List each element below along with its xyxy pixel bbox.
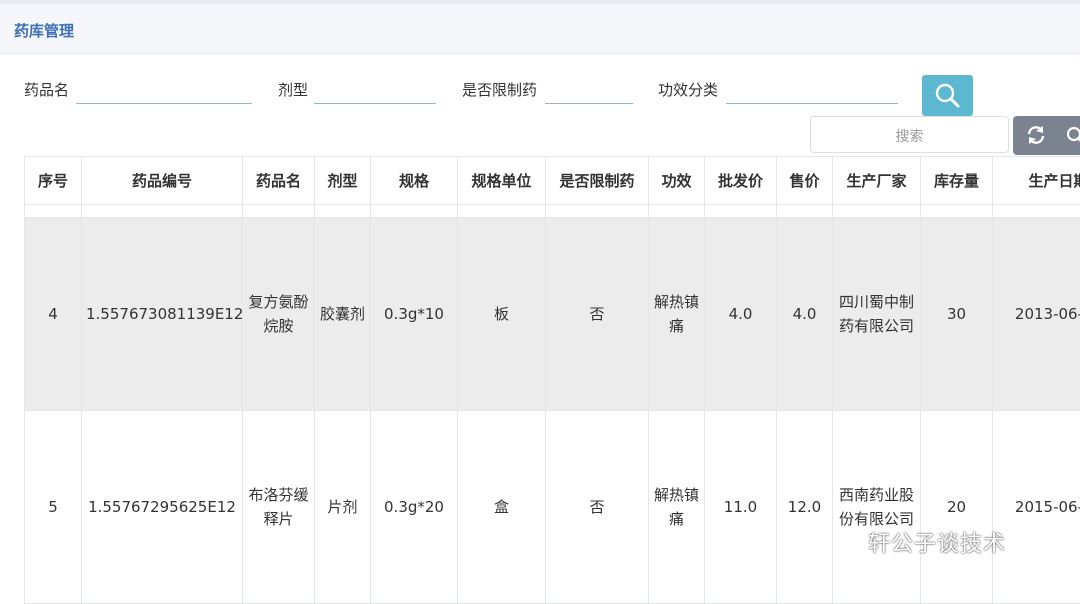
filter-label-drug-name: 药品名 [24, 79, 69, 100]
table-cell: 4 [25, 218, 82, 411]
drug-name-input[interactable] [76, 103, 252, 104]
table-row-partial [25, 205, 1080, 218]
table-cell: 5 [25, 411, 82, 604]
refresh-icon[interactable] [1025, 125, 1047, 145]
watermark-text: 轩公子谈技术 [868, 532, 1006, 557]
table-cell: 0.3g*20 [371, 411, 458, 604]
table-cell: 2015-06-13 [993, 411, 1080, 604]
col-header[interactable]: 药品名 [243, 157, 315, 205]
col-header[interactable]: 批发价 [705, 157, 777, 205]
table-cell: 30 [921, 218, 993, 411]
table-cell: 复方氨酚烷胺 [243, 218, 315, 411]
table-header-row: 序号 药品编号 药品名 剂型 规格 规格单位 是否限制药 功效 批发价 售价 生… [25, 157, 1080, 205]
restricted-input[interactable] [545, 103, 633, 104]
table-search-input[interactable]: 搜索 [810, 116, 1009, 153]
watermark: 轩公子谈技术 [838, 526, 1006, 558]
filter-label-restricted: 是否限制药 [462, 79, 537, 100]
table-cell: 1.55767295625E12 [82, 411, 243, 604]
table-cell: 胶囊剂 [315, 218, 371, 411]
search-button[interactable] [922, 75, 973, 116]
col-header[interactable]: 药品编号 [82, 157, 243, 205]
table-row[interactable]: 4 1.557673081139E12 复方氨酚烷胺 胶囊剂 0.3g*10 板… [25, 218, 1080, 411]
table-cell: 2013-06-13 [993, 218, 1080, 411]
search-icon[interactable] [1065, 125, 1080, 147]
col-header[interactable]: 生产日期 [993, 157, 1080, 205]
table-cell: 盒 [458, 411, 546, 604]
table-cell: 板 [458, 218, 546, 411]
table-cell: 否 [546, 218, 649, 411]
table-cell: 4.0 [777, 218, 833, 411]
col-header[interactable]: 库存量 [921, 157, 993, 205]
col-header[interactable]: 序号 [25, 157, 82, 205]
table-toolbar [1013, 116, 1080, 155]
col-header[interactable]: 剂型 [315, 157, 371, 205]
table-cell: 0.3g*10 [371, 218, 458, 411]
table-row[interactable]: 5 1.55767295625E12 布洛芬缓释片 片剂 0.3g*20 盒 否… [25, 411, 1080, 604]
efficacy-input[interactable] [726, 103, 898, 104]
filter-label-dosage-form: 剂型 [278, 79, 308, 100]
col-header[interactable]: 是否限制药 [546, 157, 649, 205]
col-header[interactable]: 生产厂家 [833, 157, 921, 205]
table-cell: 4.0 [705, 218, 777, 411]
search-icon [934, 82, 961, 109]
table-cell: 12.0 [777, 411, 833, 604]
table-cell: 解热镇痛 [649, 411, 705, 604]
search-placeholder: 搜索 [811, 126, 1008, 146]
table-cell: 四川蜀中制药有限公司 [833, 218, 921, 411]
table-cell: 解热镇痛 [649, 218, 705, 411]
table-cell: 11.0 [705, 411, 777, 604]
filter-label-efficacy: 功效分类 [658, 79, 718, 100]
table-cell: 西南药业股份有限公司 [833, 411, 921, 604]
page-header: 药库管理 [0, 4, 1080, 54]
col-header[interactable]: 售价 [777, 157, 833, 205]
table-cell: 片剂 [315, 411, 371, 604]
col-header[interactable]: 规格单位 [458, 157, 546, 205]
dosage-form-input[interactable] [314, 103, 436, 104]
table-cell: 否 [546, 411, 649, 604]
table-cell: 1.557673081139E12 [82, 218, 243, 411]
table-cell: 20 [921, 411, 993, 604]
col-header[interactable]: 规格 [371, 157, 458, 205]
col-header[interactable]: 功效 [649, 157, 705, 205]
table-cell: 布洛芬缓释片 [243, 411, 315, 604]
page-title: 药库管理 [14, 20, 74, 41]
wechat-icon [838, 534, 864, 556]
